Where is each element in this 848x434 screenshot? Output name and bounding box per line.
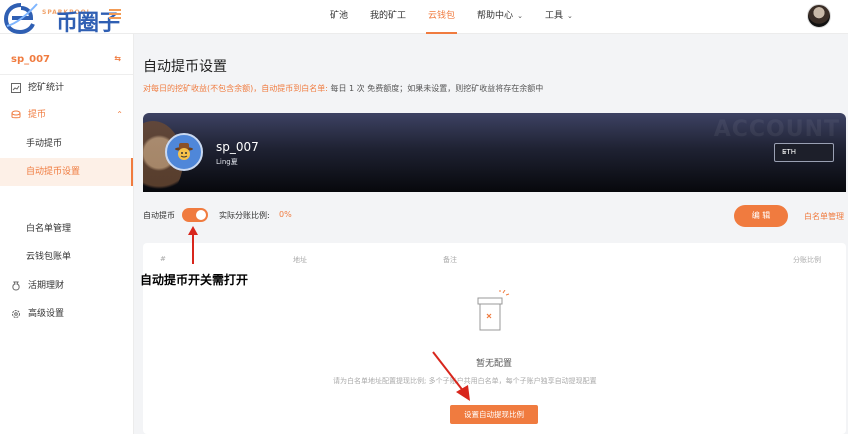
notice-text: 对每日的挖矿收益(不包含余额)，自动提币到白名单: 每日 1 次 免费额度；如果… xyxy=(143,83,543,94)
page-title: 自动提币设置 xyxy=(143,59,227,75)
sidebar-item-withdraw[interactable]: 提币 ⌃ xyxy=(0,101,133,129)
sidebar-item-advanced[interactable]: 高级设置 xyxy=(0,300,133,328)
sidebar-item-mining-stats[interactable]: 挖矿统计 xyxy=(0,74,133,102)
menu-toggle-icon[interactable] xyxy=(109,9,121,19)
user-avatar[interactable] xyxy=(807,4,831,28)
empty-title: 暂无配置 xyxy=(476,359,513,369)
nav-item-pool[interactable]: 矿池 xyxy=(330,0,348,34)
chevron-down-icon: ⌄ xyxy=(566,12,573,20)
sidebar: sp_007 ⇆ 挖矿统计 提币 ⌃ 手动提币 自动提币设置 白名单管理 云钱包… xyxy=(0,34,134,434)
ratio-value: 0% xyxy=(279,210,292,219)
notice-rest: 每日 1 次 免费额度；如果未设置，则挖矿收益将存在余额中 xyxy=(327,84,544,93)
allocation-table: # 地址 备注 分账比例 暂无配置 请为白名单地址配置提现比例; 多个子账户共用… xyxy=(143,243,846,434)
sidebar-item-label: 云钱包账单 xyxy=(26,252,72,262)
chevron-down-icon: ⌄ xyxy=(782,147,788,155)
nav-item-my-miners[interactable]: 我的矿工 xyxy=(370,0,406,34)
switch-account-icon[interactable]: ⇆ xyxy=(114,54,121,63)
chevron-up-icon: ⌃ xyxy=(116,110,123,119)
auto-withdraw-toggle[interactable] xyxy=(182,208,208,222)
ratio-label: 实际分账比例: xyxy=(219,211,270,220)
logo[interactable]: SPARKPOOL 币圈子 xyxy=(4,2,154,36)
coin-select[interactable]: ETH ⌄ xyxy=(774,143,834,162)
account-avatar xyxy=(165,133,203,171)
account-subname: Ling夏 xyxy=(216,158,238,166)
nav-item-cloud-wallet[interactable]: 云钱包 xyxy=(426,0,458,34)
whitelist-manage-link[interactable]: 白名单管理 xyxy=(804,211,844,222)
account-name: sp_007 xyxy=(216,140,259,154)
username-label: sp_007 xyxy=(11,54,50,65)
top-bar: SPARKPOOL 币圈子 矿池 我的矿工 云钱包 帮助中心 ⌄ 工具 ⌄ xyxy=(0,0,848,36)
sidebar-item-label: 白名单管理 xyxy=(26,224,72,234)
cowboy-avatar-icon xyxy=(175,143,193,160)
gear-icon xyxy=(12,310,20,318)
table-header-remark: 备注 xyxy=(443,256,457,264)
money-bag-icon xyxy=(12,281,20,291)
red-arrow-up-icon xyxy=(188,226,198,264)
auto-withdraw-label: 自动提币 xyxy=(143,211,175,220)
nav-label: 我的矿工 xyxy=(370,11,407,21)
sidebar-item-wallet-bill[interactable]: 云钱包账单 xyxy=(0,243,133,271)
table-header-ratio: 分账比例 xyxy=(793,256,821,264)
nav-label: 帮助中心 xyxy=(477,11,514,21)
table-header-address: 地址 xyxy=(293,256,307,264)
banner-watermark: ACCOUNT xyxy=(713,117,840,142)
sidebar-item-label: 高级设置 xyxy=(28,309,65,319)
coin-icon xyxy=(11,110,21,119)
sidebar-item-manual-withdraw[interactable]: 手动提币 xyxy=(0,130,133,158)
sidebar-item-savings[interactable]: 活期理财 xyxy=(0,272,133,300)
sidebar-item-label: 提币 xyxy=(28,110,47,120)
empty-box-icon xyxy=(477,290,510,331)
chart-icon xyxy=(11,83,21,93)
main-nav: 矿池 我的矿工 云钱包 帮助中心 ⌄ 工具 ⌄ xyxy=(330,0,595,34)
sidebar-item-label: 挖矿统计 xyxy=(28,83,65,93)
sidebar-item-label: 活期理财 xyxy=(28,281,65,291)
annotation-text: 自动提币开关需打开 xyxy=(140,273,249,287)
nav-item-tools[interactable]: 工具 ⌄ xyxy=(545,0,573,34)
sidebar-item-label: 手动提币 xyxy=(26,139,63,149)
sidebar-item-label: 自动提币设置 xyxy=(26,167,81,177)
nav-label: 工具 xyxy=(544,11,563,21)
watermark-e-logo-icon xyxy=(4,3,38,34)
sidebar-item-whitelist[interactable]: 白名单管理 xyxy=(0,215,133,243)
toggle-knob xyxy=(196,210,206,220)
set-ratio-button[interactable]: 设置自动提现比例 xyxy=(450,405,538,424)
nav-label: 矿池 xyxy=(330,11,349,21)
nav-item-help-center[interactable]: 帮助中心 ⌄ xyxy=(477,0,523,34)
edit-button[interactable]: 编 辑 xyxy=(734,205,788,227)
chevron-down-icon: ⌄ xyxy=(517,12,523,20)
table-header-index: # xyxy=(160,255,166,263)
notice-highlight: 对每日的挖矿收益(不包含余额)，自动提币到白名单: xyxy=(143,84,328,93)
account-banner: ACCOUNT sp_007 Ling夏 ETH ⌄ xyxy=(143,113,846,192)
red-arrow-down-icon xyxy=(432,351,470,401)
nav-label: 云钱包 xyxy=(428,11,456,21)
sidebar-item-auto-withdraw[interactable]: 自动提币设置 xyxy=(0,158,133,186)
sidebar-username[interactable]: sp_007 ⇆ xyxy=(11,54,121,65)
